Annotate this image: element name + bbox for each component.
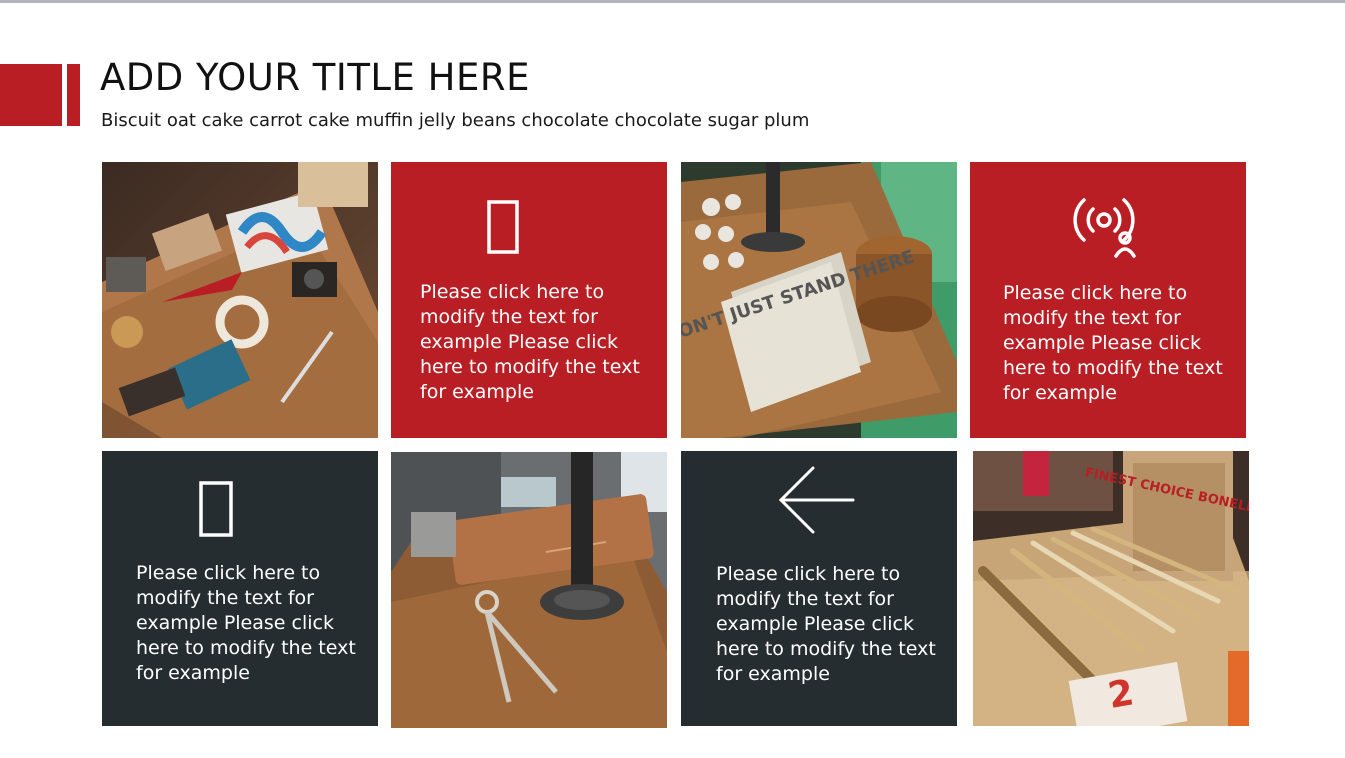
arrow-left-icon (777, 465, 855, 540)
feature-card-4[interactable]: Please click here to modify the text for… (681, 451, 957, 726)
notebook-desk-image: DON'T JUST STAND THERE (681, 162, 957, 438)
pencils-shelf-image: FINEST CHOICE BONELESS 2 (973, 451, 1249, 726)
page-subtitle[interactable]: Biscuit oat cake carrot cake muffin jell… (101, 110, 809, 131)
notebook-desk-photo[interactable]: DON'T JUST STAND THERE (681, 162, 957, 438)
feature-card-4-text: Please click here to modify the text for… (716, 563, 936, 685)
title-accent-block (0, 64, 62, 126)
feature-card-1-text: Please click here to modify the text for… (420, 281, 640, 403)
feature-card-1[interactable]: Please click here to modify the text for… (391, 162, 667, 438)
rectangle-icon (199, 481, 233, 542)
feature-card-3-text: Please click here to modify the text for… (136, 562, 356, 684)
broadcast-user-icon (1066, 194, 1142, 265)
compass-wallet-image (391, 452, 667, 728)
top-divider-line (0, 0, 1345, 3)
rectangle-icon (487, 200, 519, 259)
compass-wallet-photo[interactable] (391, 452, 667, 728)
page-title[interactable]: ADD YOUR TITLE HERE (100, 56, 530, 99)
desk-flatlay-image (102, 162, 378, 438)
feature-card-3[interactable]: Please click here to modify the text for… (102, 451, 378, 726)
feature-card-2-text: Please click here to modify the text for… (1003, 282, 1223, 404)
title-accent-bar (67, 64, 80, 126)
desk-flatlay-photo[interactable] (102, 162, 378, 438)
pencils-shelf-photo[interactable]: FINEST CHOICE BONELESS 2 (973, 451, 1249, 726)
feature-card-2[interactable]: Please click here to modify the text for… (970, 162, 1246, 438)
